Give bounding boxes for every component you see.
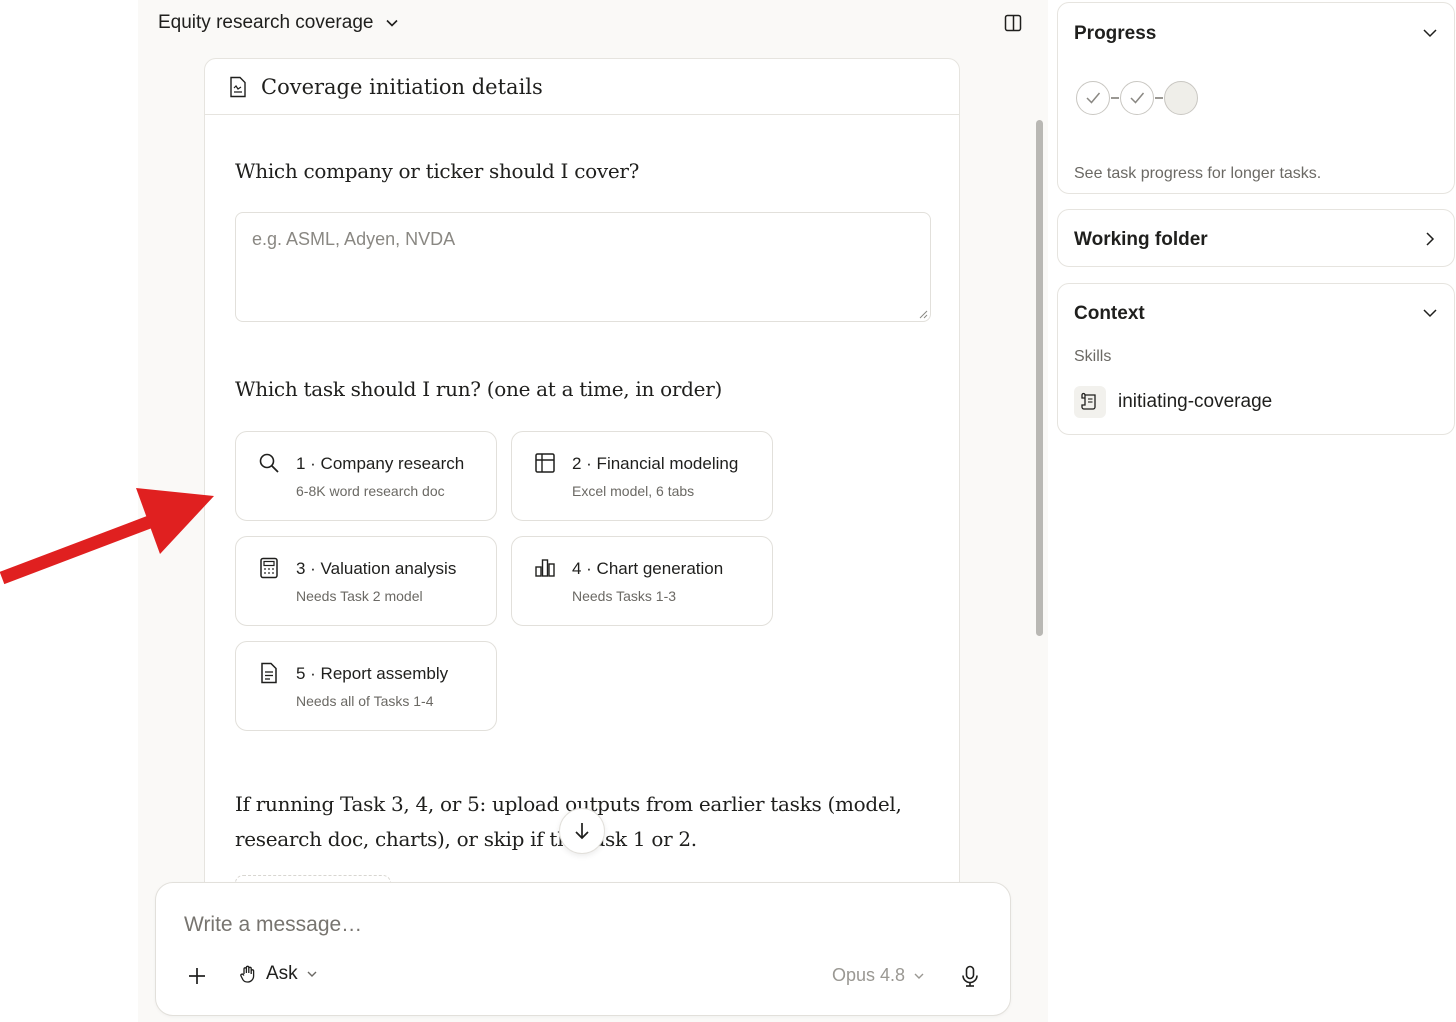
task-subtitle: Excel model, 6 tabs <box>572 483 695 499</box>
resize-grip-icon[interactable] <box>918 309 928 319</box>
skills-label: Skills <box>1074 348 1112 365</box>
chevron-down-icon <box>914 973 924 979</box>
task-label: 2 · Financial modeling <box>572 454 739 473</box>
table-icon <box>535 453 555 473</box>
microphone-icon[interactable] <box>959 965 981 987</box>
task-option-company-research[interactable]: 1 · Company research 6-8K word research … <box>235 431 497 521</box>
step-complete-2 <box>1120 81 1154 115</box>
scroll-icon <box>1074 386 1106 418</box>
panel-toggle-icon[interactable] <box>1004 14 1022 32</box>
skill-name: initiating-coverage <box>1118 391 1273 412</box>
chevron-right-icon <box>1426 232 1435 246</box>
message-composer: Ask Opus 4.8 <box>155 882 1011 1016</box>
chevron-down-icon[interactable] <box>1422 305 1438 321</box>
progress-note: See task progress for longer tasks. <box>1074 165 1322 182</box>
model-label: Opus 4.8 <box>832 965 906 985</box>
task-subtitle: Needs Task 2 model <box>296 588 423 604</box>
message-input[interactable] <box>184 913 964 937</box>
working-folder-title: Working folder <box>1074 229 1208 250</box>
check-icon <box>1130 92 1145 104</box>
task-option-report-assembly[interactable]: 5 · Report assembly Needs all of Tasks 1… <box>235 641 497 731</box>
document-icon <box>230 76 246 97</box>
annotation-arrow <box>0 488 214 585</box>
task-option-valuation-analysis[interactable]: 3 · Valuation analysis Needs Task 2 mode… <box>235 536 497 626</box>
mode-selector[interactable]: Ask <box>238 963 318 985</box>
working-folder-panel[interactable]: Working folder <box>1057 209 1455 267</box>
scroll-down-button[interactable] <box>559 808 605 854</box>
task-label: 5 · Report assembly <box>296 664 449 683</box>
arrow-down-icon <box>575 823 589 840</box>
task-label: 4 · Chart generation <box>572 559 724 578</box>
chevron-down-icon <box>307 971 317 977</box>
step-connector <box>1111 97 1119 99</box>
task-option-financial-modeling[interactable]: 2 · Financial modeling Excel model, 6 ta… <box>511 431 773 521</box>
hand-icon <box>240 965 255 983</box>
chevron-down-icon <box>386 19 399 27</box>
task-label: 1 · Company research <box>296 454 465 473</box>
check-icon <box>1086 92 1101 104</box>
model-selector[interactable]: Opus 4.8 <box>832 965 925 986</box>
progress-steps <box>1076 81 1198 115</box>
right-sidebar: Progress See task progress for longer ta… <box>1048 0 1456 1022</box>
chevron-down-icon[interactable] <box>1422 25 1438 41</box>
question-task: Which task should I run? (one at a time,… <box>235 377 722 401</box>
task-subtitle: Needs Tasks 1-3 <box>572 588 677 604</box>
main-area: Equity research coverage Coverage initia… <box>138 0 1048 1022</box>
context-panel: Context Skills initiating-coverage <box>1057 283 1455 435</box>
bar-chart-icon <box>535 559 555 577</box>
conversation-title-dropdown[interactable]: Equity research coverage <box>158 12 399 34</box>
ticker-input[interactable] <box>235 212 931 322</box>
step-complete-1 <box>1076 81 1110 115</box>
task-option-chart-generation[interactable]: 4 · Chart generation Needs Tasks 1-3 <box>511 536 773 626</box>
progress-panel: Progress See task progress for longer ta… <box>1057 2 1455 194</box>
search-icon <box>259 453 279 473</box>
task-subtitle: Needs all of Tasks 1-4 <box>296 693 434 709</box>
step-pending-3 <box>1164 81 1198 115</box>
progress-title: Progress <box>1074 23 1157 44</box>
question-ticker: Which company or ticker should I cover? <box>235 159 640 183</box>
card-header: Coverage initiation details <box>205 59 959 115</box>
step-connector <box>1155 97 1163 99</box>
document-icon <box>261 662 277 684</box>
context-title: Context <box>1074 303 1145 324</box>
mode-label: Ask <box>266 963 298 984</box>
scrollbar-thumb[interactable] <box>1036 120 1043 636</box>
card-title: Coverage initiation details <box>261 74 543 99</box>
task-label: 3 · Valuation analysis <box>296 559 457 578</box>
calculator-icon <box>260 557 278 579</box>
conversation-title: Equity research coverage <box>158 12 374 33</box>
task-subtitle: 6-8K word research doc <box>296 483 445 499</box>
skill-item[interactable]: initiating-coverage <box>1074 386 1272 418</box>
add-attachment-icon[interactable] <box>186 965 208 987</box>
